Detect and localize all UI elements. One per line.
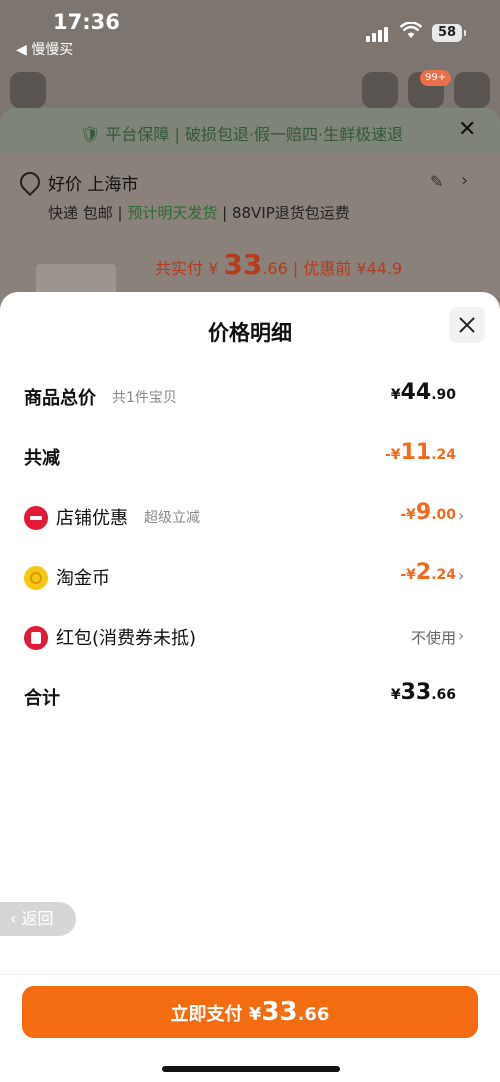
pay-dec: .66 (297, 1004, 330, 1025)
shipping-estimate: 预计明天发货 (127, 204, 218, 222)
row-red-packet[interactable]: 红包(消费券未抵) 不使用 › (0, 616, 500, 656)
row-store-discount[interactable]: 店铺优惠 超级立减 -¥9.00 › (0, 496, 500, 536)
share-icon[interactable] (362, 72, 398, 108)
close-sheet-button[interactable] (449, 307, 485, 343)
back-icon[interactable] (10, 72, 46, 108)
chevron-right-icon[interactable]: › (461, 170, 468, 191)
close-icon[interactable]: ✕ (458, 117, 476, 142)
shipping-suffix: | 88VIP退货包运费 (217, 204, 350, 222)
row-value: -¥11.24 (385, 440, 456, 465)
shipping-prefix: 快递 包邮 | (48, 204, 128, 222)
shipping-info: 快递 包邮 | 预计明天发货 | 88VIP退货包运费 (48, 202, 350, 223)
row-label: 红包(消费券未抵) (56, 628, 197, 649)
row-grand-total: 合计 ¥33.66 (0, 676, 500, 716)
pay-label: 立即支付 ¥ (170, 1004, 262, 1025)
coin-icon (24, 566, 48, 590)
wifi-icon (400, 22, 422, 38)
return-label: 返回 (21, 909, 54, 928)
chevron-right-icon: › (458, 506, 465, 525)
row-goods-total: 商品总价 共1件宝贝 ¥44.90 (0, 376, 500, 416)
row-value: -¥9.00 (400, 500, 456, 525)
sheet-title: 价格明细 (208, 321, 292, 345)
paid-dec: .66 (262, 259, 288, 278)
row-value: -¥2.24 (400, 560, 456, 585)
store-discount-icon (24, 506, 48, 530)
return-button[interactable]: ‹ 返回 (0, 902, 76, 936)
divider (0, 974, 500, 975)
guarantee-text: 🛡 平台保障 | 破损包退·假一赔四·生鲜极速退 (80, 125, 404, 144)
pay-int: 33 (261, 997, 298, 1027)
row-value: ¥33.66 (390, 680, 456, 705)
address-text[interactable]: 好价 上海市 (48, 170, 138, 195)
status-bar: 17:36 ◀ 慢慢买 58 (0, 0, 500, 64)
battery-icon: 58 (432, 24, 466, 42)
chevron-right-icon: › (458, 626, 465, 645)
edit-icon[interactable]: ✎ (430, 172, 443, 191)
more-icon[interactable] (454, 72, 490, 108)
back-to-app-link[interactable]: ◀ 慢慢买 (16, 39, 73, 59)
row-label: 商品总价 (24, 388, 96, 409)
status-time: 17:36 (53, 10, 120, 34)
row-label: 淘金币 (56, 568, 110, 589)
background-paid-total: 共实付 ¥ 33.66 | 优惠前 ¥44.9 (155, 248, 402, 281)
row-sub: 超级立减 (144, 510, 200, 526)
chevron-left-icon: ‹ (10, 909, 22, 928)
pay-now-button[interactable]: 立即支付 ¥33.66 (22, 986, 478, 1038)
paid-label: 共实付 ¥ (155, 259, 224, 278)
cart-badge: 99+ (420, 70, 452, 86)
home-indicator (162, 1066, 340, 1072)
cellular-signal-icon (366, 26, 390, 42)
row-total-discount: 共减 -¥11.24 (0, 436, 500, 476)
chevron-right-icon: › (458, 566, 465, 585)
row-label: 店铺优惠 (56, 508, 128, 529)
row-value: ¥44.90 (390, 380, 456, 405)
product-thumbnail (36, 264, 116, 294)
red-packet-icon (24, 626, 48, 650)
price-detail-sheet: 价格明细 商品总价 共1件宝贝 ¥44.90 共减 -¥11.24 店铺优惠 超… (0, 292, 500, 1082)
paid-int: 33 (223, 248, 263, 281)
row-label: 共减 (24, 448, 60, 469)
row-taojinbi[interactable]: 淘金币 -¥2.24 › (0, 556, 500, 596)
row-value: 不使用 (410, 629, 456, 647)
row-label: 合计 (24, 688, 60, 709)
paid-before: | 优惠前 ¥44.9 (287, 259, 403, 278)
row-sub: 共1件宝贝 (112, 390, 177, 406)
